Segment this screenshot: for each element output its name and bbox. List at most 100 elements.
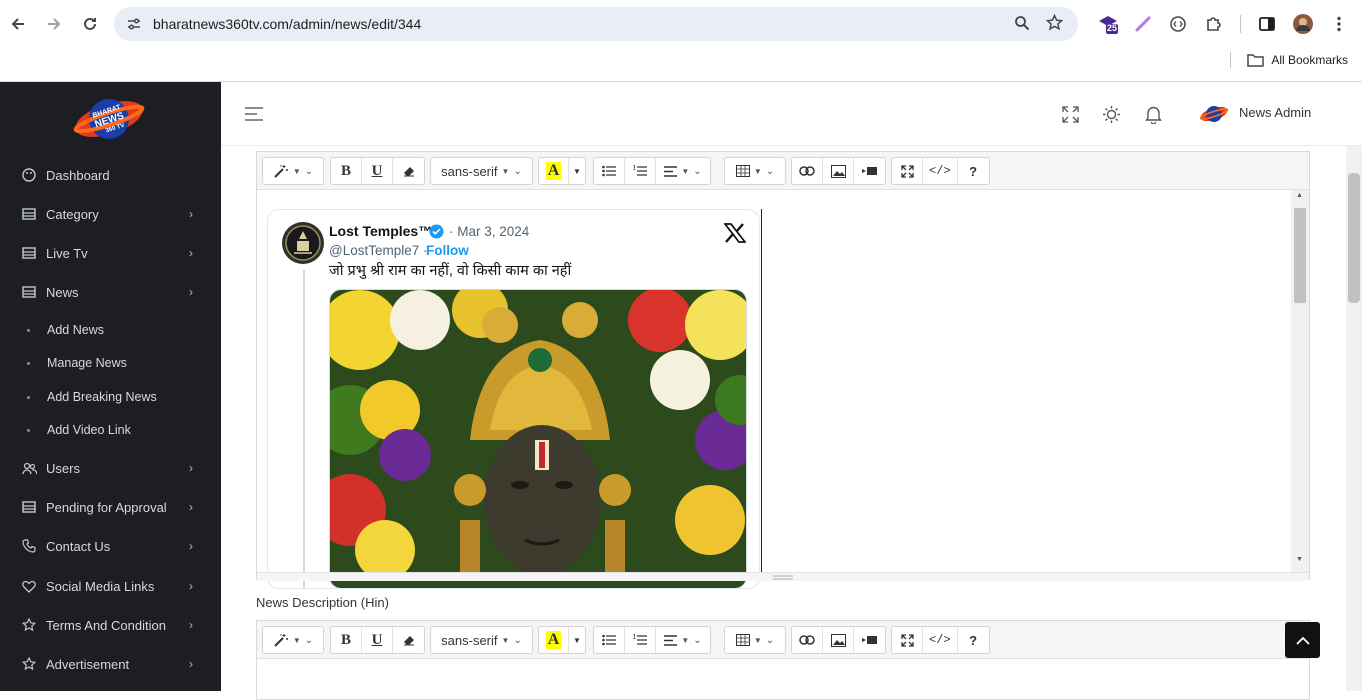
bookmark-star-icon[interactable] — [1045, 13, 1064, 36]
tweet-author-name[interactable]: Lost Temples™ — [329, 223, 432, 239]
sidebar-subitem-add-breaking-news[interactable]: Add Breaking News — [0, 384, 221, 410]
insert-image-button[interactable] — [823, 158, 854, 184]
extension-badge-icon[interactable]: 25 — [1097, 13, 1119, 35]
sidebar-item-social-media-links[interactable]: Social Media Links › — [0, 571, 221, 601]
all-bookmarks-button[interactable]: All Bookmarks — [1247, 53, 1348, 67]
bharat-news-logo[interactable]: BHARAT NEWS 360 TV — [72, 94, 146, 144]
insert-video-button[interactable] — [854, 158, 885, 184]
side-panel-icon[interactable] — [1256, 13, 1278, 35]
text-color-button[interactable]: A — [539, 158, 569, 184]
list-group: ▼ ⌄ — [593, 157, 711, 185]
editor-body-hindi[interactable] — [257, 659, 1309, 699]
profile-avatar-icon[interactable] — [1292, 13, 1314, 35]
view-group: </> ? — [891, 157, 990, 185]
site-settings-icon[interactable] — [126, 16, 142, 37]
code-extension-icon[interactable] — [1167, 13, 1189, 35]
editor-fullscreen-button[interactable] — [892, 158, 923, 184]
font-family-select[interactable]: sans-serif ▼ ⌄ — [431, 627, 532, 653]
insert-image-button[interactable] — [823, 627, 854, 653]
sidebar-subitem-add-news[interactable]: Add News — [0, 317, 221, 343]
sidebar-subitem-add-video-link[interactable]: Add Video Link — [0, 417, 221, 443]
sidebar-item-terms[interactable]: Terms And Condition › — [0, 610, 221, 640]
table-icon — [21, 206, 37, 222]
underline-button[interactable]: U — [362, 627, 393, 653]
paragraph-align-button[interactable]: ▼ ⌄ — [656, 158, 710, 184]
tweet-follow-link[interactable]: Follow — [426, 243, 469, 258]
chevron-right-icon: › — [189, 207, 193, 221]
bullet-list-icon — [602, 634, 616, 646]
code-view-button[interactable]: </> — [923, 627, 958, 653]
editor-fullscreen-button[interactable] — [892, 627, 923, 653]
scroll-down-arrow-icon[interactable]: ▼ — [1296, 556, 1303, 563]
sidebar-item-contact-us[interactable]: Contact Us › — [0, 531, 221, 561]
paragraph-align-button[interactable]: ▼ ⌄ — [656, 627, 710, 653]
insert-link-button[interactable] — [792, 158, 823, 184]
table-grid-icon — [735, 634, 750, 646]
magic-wand-style-button[interactable]: ▼ ⌄ — [263, 627, 323, 653]
hamburger-menu-icon[interactable] — [242, 102, 266, 126]
sidebar-item-pending-approval[interactable]: Pending for Approval › — [0, 492, 221, 522]
scroll-up-arrow-icon[interactable]: ▲ — [1296, 192, 1303, 199]
eraser-button[interactable] — [393, 158, 424, 184]
bold-button[interactable]: B — [331, 627, 362, 653]
reload-icon[interactable] — [78, 12, 102, 36]
admin-avatar-logo[interactable] — [1199, 102, 1229, 126]
editor-scroll-thumb[interactable] — [1294, 208, 1306, 303]
bullet-dot — [27, 395, 30, 399]
text-color-button[interactable]: A — [539, 627, 569, 653]
magic-wand-style-button[interactable]: ▼ ⌄ — [263, 158, 323, 184]
url-text[interactable]: bharatnews360tv.com/admin/news/edit/344 — [153, 16, 421, 32]
tweet-handle[interactable]: @LostTemple7 · — [329, 243, 428, 258]
chevron-right-icon: › — [189, 539, 193, 553]
sidebar-item-live-tv[interactable]: Live Tv › — [0, 238, 221, 268]
color-dropdown-button[interactable]: ▼ — [569, 158, 585, 184]
eraser-button[interactable] — [393, 627, 424, 653]
pen-extension-icon[interactable] — [1132, 13, 1154, 35]
sidebar-subitem-manage-news[interactable]: Manage News — [0, 350, 221, 376]
sidebar-item-advertisement[interactable]: Advertisement › — [0, 649, 221, 679]
forward-arrow-icon[interactable] — [42, 12, 66, 36]
extension-badge-count: 25 — [1107, 23, 1118, 33]
table-insert-button[interactable]: ▼ ⌄ — [725, 158, 785, 184]
underline-button[interactable]: U — [362, 158, 393, 184]
font-group: sans-serif ▼ ⌄ — [430, 157, 533, 185]
bold-button[interactable]: B — [331, 158, 362, 184]
fullscreen-icon[interactable] — [1058, 102, 1082, 126]
page-scrollbar[interactable] — [1346, 146, 1362, 691]
editor-scrollbar[interactable]: ▲ ▼ — [1291, 190, 1309, 572]
unordered-list-button[interactable] — [594, 158, 625, 184]
sidebar-subitem-label: Add News — [47, 323, 104, 337]
browser-menu-icon[interactable] — [1328, 13, 1350, 35]
sidebar-item-users[interactable]: Users › — [0, 453, 221, 483]
extensions-puzzle-icon[interactable] — [1203, 13, 1225, 35]
page-scroll-thumb[interactable] — [1348, 173, 1360, 303]
insert-link-button[interactable] — [792, 627, 823, 653]
ordered-list-button[interactable] — [625, 158, 656, 184]
sun-theme-icon[interactable] — [1099, 102, 1123, 126]
address-bar[interactable]: bharatnews360tv.com/admin/news/edit/344 — [114, 7, 1078, 41]
zoom-icon[interactable] — [1014, 15, 1030, 36]
tweet-avatar[interactable] — [282, 222, 324, 264]
font-family-select[interactable]: sans-serif ▼ ⌄ — [431, 158, 532, 184]
table-insert-button[interactable]: ▼ ⌄ — [725, 627, 785, 653]
editor-resize-handle[interactable] — [257, 572, 1309, 581]
back-to-top-button[interactable] — [1285, 622, 1320, 658]
help-button[interactable]: ? — [958, 627, 989, 653]
tweet-date[interactable]: · Mar 3, 2024 — [449, 224, 529, 239]
editor-body[interactable]: Lost Temples™ · Mar 3, 2024 @LostTemple7… — [267, 209, 762, 589]
notification-bell-icon[interactable] — [1141, 102, 1165, 126]
unordered-list-button[interactable] — [594, 627, 625, 653]
help-button[interactable]: ? — [958, 158, 989, 184]
admin-user-name[interactable]: News Admin — [1239, 105, 1311, 120]
code-view-button[interactable]: </> — [923, 158, 958, 184]
ordered-list-button[interactable] — [625, 627, 656, 653]
tweet-image[interactable] — [329, 289, 747, 588]
back-arrow-icon[interactable] — [6, 12, 30, 36]
sidebar-item-category[interactable]: Category › — [0, 199, 221, 229]
color-dropdown-button[interactable]: ▼ — [569, 627, 585, 653]
insert-video-button[interactable] — [854, 627, 885, 653]
sidebar-item-news[interactable]: News › — [0, 277, 221, 307]
embedded-tweet[interactable]: Lost Temples™ · Mar 3, 2024 @LostTemple7… — [267, 209, 760, 589]
x-logo-icon[interactable] — [723, 222, 747, 250]
sidebar-item-dashboard[interactable]: Dashboard — [0, 160, 221, 190]
